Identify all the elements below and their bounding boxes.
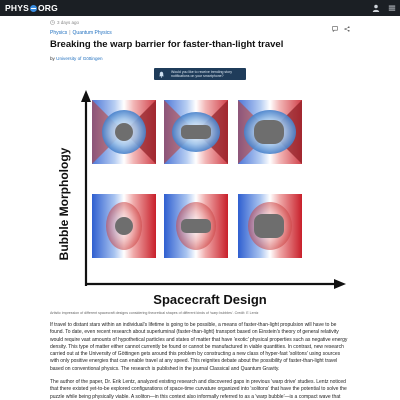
figure-y-axis bbox=[81, 90, 91, 286]
bubble-panel-top-1 bbox=[92, 100, 156, 164]
logo-text-right: ORG bbox=[37, 3, 58, 13]
spacecraft-hull bbox=[254, 214, 284, 238]
byline-prefix: by bbox=[50, 56, 55, 61]
site-logo[interactable]: PHYS ORG bbox=[5, 3, 58, 13]
logo-text-left: PHYS bbox=[5, 3, 29, 13]
spacecraft-sphere bbox=[115, 123, 133, 141]
notification-prompt-button[interactable]: Would you like to receive trending story… bbox=[154, 68, 246, 80]
category-link-quantum-physics[interactable]: Quantum Physics bbox=[73, 30, 112, 36]
article-figure: Bubble Morphology Spacecraft Design bbox=[50, 86, 350, 310]
bubble-panel-top-3 bbox=[238, 100, 302, 164]
published-time: 3 days ago bbox=[57, 20, 80, 25]
bubble-panel-top-2 bbox=[164, 100, 228, 164]
notification-prompt-text: Would you like to receive trending story… bbox=[171, 70, 233, 78]
bell-icon bbox=[158, 70, 165, 78]
user-icon[interactable] bbox=[368, 0, 384, 16]
share-icon[interactable] bbox=[344, 19, 350, 37]
article-paragraph: If travel to distant stars within an ind… bbox=[50, 322, 348, 372]
globe-icon bbox=[29, 4, 37, 12]
article-paragraph: The author of the paper, Dr. Erik Lentz,… bbox=[50, 379, 347, 400]
spacecraft-hull bbox=[254, 120, 284, 144]
top-navigation-bar: PHYS ORG bbox=[0, 0, 400, 16]
breadcrumb: Physics | Quantum Physics bbox=[50, 30, 112, 36]
bubble-panel-bottom-3 bbox=[238, 194, 302, 258]
article-body: If travel to distant stars within an ind… bbox=[50, 322, 350, 400]
clock-icon bbox=[50, 20, 55, 25]
bubble-panel-bottom-2 bbox=[164, 194, 228, 258]
comment-icon[interactable] bbox=[332, 19, 338, 37]
spacecraft-sphere bbox=[115, 217, 133, 235]
byline-author-link[interactable]: University of Göttingen bbox=[56, 56, 102, 61]
figure-x-axis bbox=[86, 279, 346, 289]
category-link-physics[interactable]: Physics bbox=[50, 30, 67, 36]
menu-icon[interactable] bbox=[384, 0, 400, 16]
spacecraft-capsule bbox=[181, 219, 211, 233]
spacecraft-capsule bbox=[181, 125, 211, 139]
bubble-panel-bottom-1 bbox=[92, 194, 156, 258]
article-meta: 3 days ago bbox=[50, 20, 79, 25]
figure-caption: Artistic impression of different spacecr… bbox=[50, 311, 259, 315]
article-byline: by University of Göttingen bbox=[50, 56, 103, 61]
article-title: Breaking the warp barrier for faster-tha… bbox=[50, 39, 284, 50]
figure-y-axis-label: Bubble Morphology bbox=[57, 147, 71, 260]
figure-x-axis-label: Spacecraft Design bbox=[153, 292, 266, 307]
